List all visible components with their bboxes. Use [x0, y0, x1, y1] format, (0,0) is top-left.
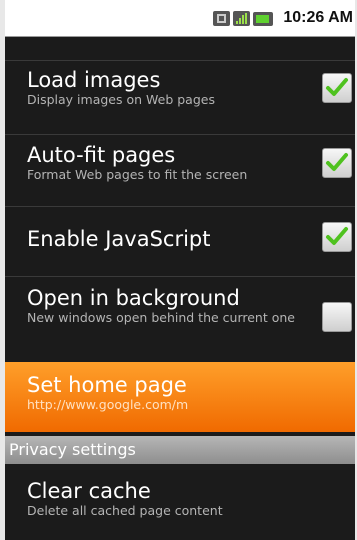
- setting-title: Enable JavaScript: [27, 227, 211, 251]
- setting-summary: http://www.google.com/m: [27, 397, 189, 412]
- load-images-checkbox[interactable]: [322, 73, 352, 103]
- setting-load-images[interactable]: Load images Display images on Web pages: [5, 60, 355, 116]
- setting-summary: New windows open behind the current one: [27, 310, 295, 325]
- setting-enable-javascript[interactable]: Enable JavaScript: [5, 206, 355, 272]
- browser-settings-screen: 10:26 AM Load images Display images on W…: [5, 0, 355, 540]
- setting-title: Open in background: [27, 286, 240, 310]
- setting-auto-fit-pages[interactable]: Auto-fit pages Format Web pages to fit t…: [5, 134, 355, 196]
- setting-open-in-background[interactable]: Open in background New windows open behi…: [5, 276, 355, 358]
- 3g-icon: [213, 11, 230, 26]
- status-time: 10:26 AM: [283, 9, 353, 26]
- checkmark-icon: [326, 153, 348, 171]
- auto-fit-checkbox[interactable]: [322, 148, 352, 178]
- category-privacy-settings: Privacy settings: [5, 436, 355, 464]
- setting-summary: Format Web pages to fit the screen: [27, 167, 248, 182]
- signal-icon: [233, 11, 250, 26]
- setting-title: Set home page: [27, 373, 187, 397]
- checkmark-icon: [326, 78, 348, 96]
- setting-summary: Delete all cached page content: [27, 503, 223, 518]
- javascript-checkbox[interactable]: [322, 222, 352, 252]
- setting-summary: Display images on Web pages: [27, 92, 215, 107]
- setting-title: Clear cache: [27, 479, 151, 503]
- checkmark-icon: [326, 227, 348, 245]
- setting-clear-cache[interactable]: Clear cache Delete all cached page conte…: [5, 464, 355, 540]
- battery-icon: [253, 11, 273, 26]
- setting-title: Auto-fit pages: [27, 143, 176, 167]
- open-in-background-checkbox[interactable]: [322, 302, 352, 332]
- setting-title: Load images: [27, 68, 161, 92]
- status-bar: 10:26 AM: [5, 0, 355, 37]
- setting-set-home-page[interactable]: Set home page http://www.google.com/m: [5, 362, 355, 432]
